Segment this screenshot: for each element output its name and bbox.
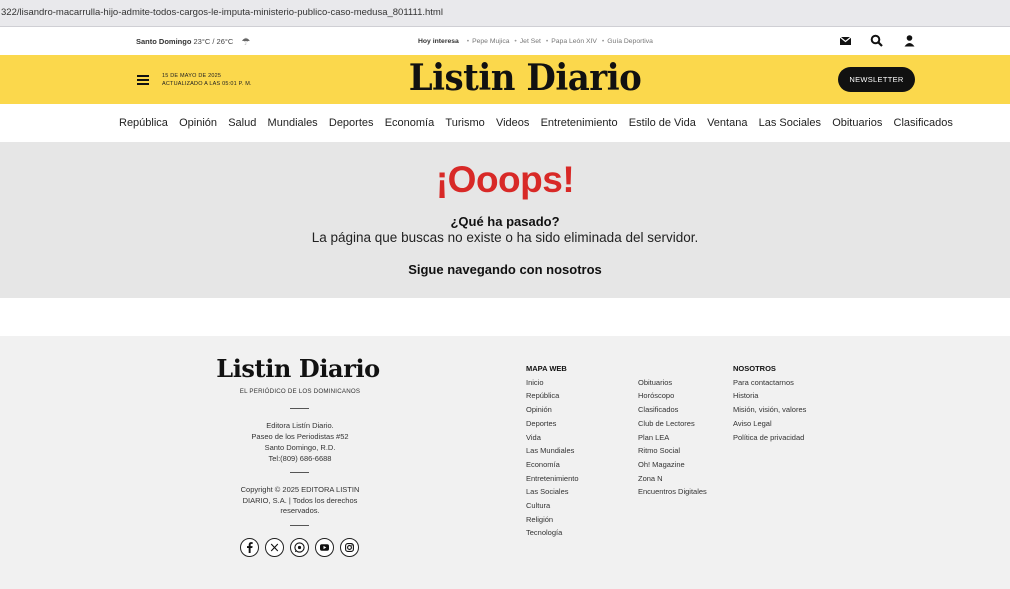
nav-link[interactable]: República <box>119 117 168 129</box>
footer-link[interactable]: Ritmo Social <box>638 444 707 458</box>
nav-link[interactable]: Las Sociales <box>759 117 821 129</box>
nav-link[interactable]: Salud <box>228 117 256 129</box>
error-message: La página que buscas no existe o ha sido… <box>311 230 699 245</box>
footer-logo[interactable]: Listin Diario <box>212 354 384 383</box>
nav-link[interactable]: Videos <box>496 117 529 129</box>
footer-link[interactable]: Historia <box>733 389 806 403</box>
continue-heading: Sigue navegando con nosotros <box>408 262 602 277</box>
footer-link[interactable]: Inicio <box>526 376 579 390</box>
whatsapp-icon[interactable] <box>290 538 309 557</box>
x-icon[interactable] <box>265 538 284 557</box>
browser-address-bar[interactable]: 322/lisandro-macarrulla-hijo-admite-todo… <box>0 0 1010 27</box>
youtube-icon[interactable] <box>315 538 334 557</box>
footer-link[interactable]: Economía <box>526 458 579 472</box>
footer-link[interactable]: Las Sociales <box>526 485 579 499</box>
address-line: Santo Domingo, R.D. <box>264 443 336 452</box>
footer-link[interactable]: Entretenimiento <box>526 472 579 486</box>
footer-link[interactable]: Deportes <box>526 417 579 431</box>
nav-link[interactable]: Entretenimiento <box>541 117 618 129</box>
header-icons <box>0 34 1010 48</box>
section-nav-list: República Opinión Salud Mundiales Deportes Ec… <box>119 113 964 131</box>
footer-tagline: EL PERIÓDICO DE LOS DOMINICANOS <box>239 388 361 395</box>
footer-divider <box>290 472 309 473</box>
footer-link[interactable]: Cultura <box>526 499 579 513</box>
top-utility-bar: Santo Domingo 23°C / 26°C ☂ Hoy interesa… <box>0 27 1010 55</box>
footer-link[interactable]: Zona N <box>638 472 707 486</box>
nav-link[interactable]: Deportes <box>329 117 374 129</box>
address-line: Paseo de los Periodistas #52 <box>251 432 349 441</box>
instagram-icon[interactable] <box>340 538 359 557</box>
search-icon[interactable] <box>870 34 884 48</box>
footer-link[interactable]: Política de privacidad <box>733 431 806 445</box>
footer-divider <box>290 525 309 526</box>
updated-time: ACTUALIZADO A LAS 05:01 P. M. <box>162 81 252 87</box>
footer-link[interactable]: Obituarios <box>638 376 707 390</box>
masthead: 15 DE MAYO DE 2025 ACTUALIZADO A LAS 05:… <box>0 55 1010 104</box>
footer-link[interactable]: Club de Lectores <box>638 417 707 431</box>
nav-link[interactable]: Clasificados <box>894 117 953 129</box>
nav-link[interactable]: Economía <box>385 117 435 129</box>
nav-link[interactable]: Opinión <box>179 117 217 129</box>
footer-link[interactable]: Misión, visión, valores <box>733 403 806 417</box>
sitemap-column-2: Obituarios Horóscopo Clasificados Club de L… <box>638 376 707 499</box>
footer-link[interactable]: Aviso Legal <box>733 417 806 431</box>
footer-link[interactable]: Para contactarnos <box>733 376 806 390</box>
error-title: ¡Ooops! <box>435 159 575 200</box>
footer-link[interactable]: Las Mundiales <box>526 444 579 458</box>
mail-icon[interactable] <box>839 34 853 48</box>
facebook-icon[interactable] <box>240 538 259 557</box>
footer-link[interactable]: Tecnología <box>526 526 579 540</box>
error-question: ¿Qué ha pasado? <box>450 214 560 229</box>
footer-link[interactable]: Clasificados <box>638 403 707 417</box>
footer-link[interactable]: Horóscopo <box>638 389 707 403</box>
about-column: NOSOTROS Para contactarnos Historia Misión… <box>733 362 806 444</box>
address-phone: Tel:(809) 686-6688 <box>268 454 332 463</box>
menu-icon[interactable] <box>137 75 149 85</box>
footer-address: Editora Listín Diario. Paseo de los Peri… <box>212 420 388 464</box>
address-line: Editora Listín Diario. <box>266 421 334 430</box>
footer-link[interactable]: Plan LEA <box>638 431 707 445</box>
footer-link[interactable]: Oh! Magazine <box>638 458 707 472</box>
nav-link[interactable]: Estilo de Vida <box>629 117 696 129</box>
newsletter-button[interactable]: NEWSLETTER <box>838 67 915 92</box>
url-text[interactable]: 322/lisandro-macarrulla-hijo-admite-todo… <box>1 7 443 18</box>
nav-link[interactable]: Ventana <box>707 117 747 129</box>
user-icon[interactable] <box>903 34 917 48</box>
footer-link[interactable]: Vida <box>526 431 579 445</box>
section-nav: República Opinión Salud Mundiales Deportes Ec… <box>0 104 1010 140</box>
about-heading: NOSOTROS <box>733 364 776 373</box>
sitemap-heading: MAPA WEB <box>526 364 567 373</box>
footer-copyright: Copyright © 2025 EDITORA LISTIN DIARIO, … <box>240 485 360 515</box>
date-info: 15 DE MAYO DE 2025 ACTUALIZADO A LAS 05:… <box>162 72 252 88</box>
site-footer: Listin Diario EL PERIÓDICO DE LOS DOMINI… <box>0 336 1010 589</box>
sitemap-column-1: MAPA WEB Inicio República Opinión Deportes V… <box>526 362 579 540</box>
error-panel: ¡Ooops! ¿Qué ha pasado? La página que bu… <box>0 142 1010 298</box>
nav-link[interactable]: Turismo <box>445 117 484 129</box>
footer-link[interactable]: Opinión <box>526 403 579 417</box>
nav-link[interactable]: Mundiales <box>268 117 318 129</box>
footer-link[interactable]: Encuentros Digitales <box>638 485 707 499</box>
current-date: 15 DE MAYO DE 2025 <box>162 73 222 79</box>
footer-link[interactable]: Religión <box>526 513 579 527</box>
footer-link[interactable]: República <box>526 389 579 403</box>
footer-divider <box>290 408 309 409</box>
nav-link[interactable]: Obituarios <box>832 117 882 129</box>
site-logo[interactable]: Listin Diario <box>405 56 645 99</box>
